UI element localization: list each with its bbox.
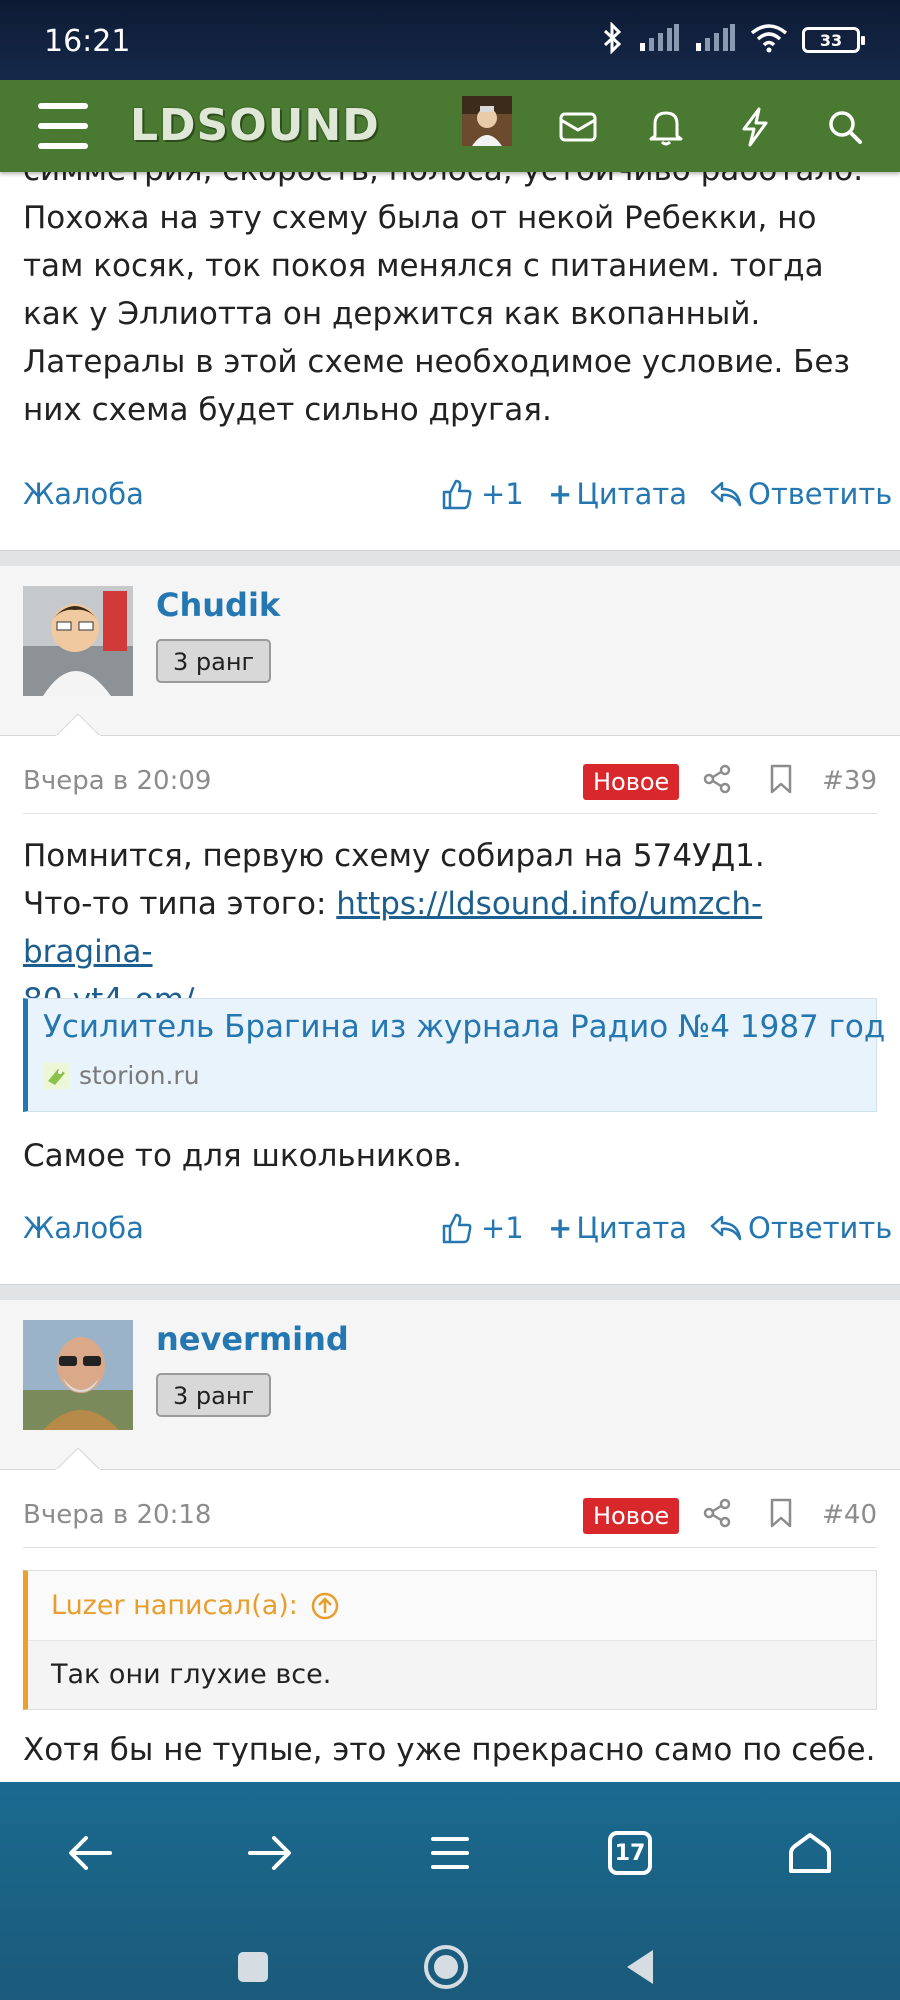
author-avatar[interactable] <box>23 1320 133 1430</box>
plus-icon: + <box>548 477 573 511</box>
post-body: Помнится, первую схему собирал на 574УД1… <box>0 832 900 1024</box>
quote-button[interactable]: + Цитата <box>548 477 687 511</box>
link-preview[interactable]: Усилитель Брагина из журнала Радио №4 19… <box>23 998 885 1112</box>
new-badge: Новое <box>583 1498 680 1534</box>
bluetooth-icon <box>602 21 624 58</box>
browser-toolbar: 17 <box>0 1782 900 2000</box>
forward-arrow-icon[interactable] <box>235 1818 305 1888</box>
battery-level: 33 <box>819 30 843 50</box>
post-line: Помнится, первую схему собирал на 574УД1… <box>23 838 765 874</box>
site-favicon-icon <box>43 1062 69 1089</box>
bookmark-icon[interactable] <box>769 1498 793 1535</box>
status-icons: 33 <box>602 21 865 58</box>
recent-apps-icon[interactable] <box>223 1937 283 1997</box>
post-actions: Жалоба +1 + Цитата Ответить <box>0 477 900 527</box>
post-number[interactable]: #39 <box>822 766 877 796</box>
post-text-prefix: Что-то типа этого: <box>23 886 337 922</box>
site-logo[interactable]: LDSOUND <box>130 98 379 154</box>
plus-icon: + <box>548 1211 573 1245</box>
bookmark-icon[interactable] <box>769 764 793 801</box>
tabs-counter-icon[interactable]: 17 <box>595 1818 665 1888</box>
reply-icon <box>710 481 742 507</box>
quote-text: Так они глухие все. <box>51 1659 332 1690</box>
quote-header[interactable]: Luzer написал(а): <box>28 1571 876 1641</box>
post-meta: Вчера в 20:09 Новое #39 <box>23 754 877 814</box>
site-header: LDSOUND <box>0 80 900 172</box>
post-pointer <box>56 1448 100 1470</box>
bell-icon[interactable] <box>641 102 691 152</box>
tabs-count: 17 <box>608 1831 652 1875</box>
post-meta: Вчера в 20:18 Новое #40 <box>23 1488 877 1548</box>
post-body: Хотя бы не тупые, это уже прекрасно само… <box>23 1732 876 1768</box>
report-link[interactable]: Жалоба <box>23 477 144 511</box>
arrow-up-circle-icon[interactable] <box>310 1591 340 1621</box>
share-icon[interactable] <box>703 764 731 801</box>
post-author-block: Chudik 3 ранг <box>0 566 900 736</box>
link-preview-domain: storion.ru <box>79 1061 200 1090</box>
post-actions: Жалоба +1 + Цитата Ответить <box>0 1211 900 1261</box>
search-icon[interactable] <box>820 102 870 152</box>
like-count: +1 <box>481 1211 524 1245</box>
reply-label: Ответить <box>748 477 893 511</box>
reply-icon <box>710 1215 742 1241</box>
post-line: Что-то типа этого: https://ldsound.info/… <box>23 880 877 976</box>
like-count: +1 <box>481 477 524 511</box>
menu-icon[interactable] <box>38 103 88 149</box>
author-username[interactable]: nevermind <box>156 1320 349 1358</box>
quote-author[interactable]: Luzer написал(а): <box>51 1590 298 1621</box>
thumbs-up-icon <box>442 1213 472 1244</box>
logo-text: LDSOUND <box>130 100 380 151</box>
link-preview-title[interactable]: Усилитель Брагина из журнала Радио №4 19… <box>43 1009 885 1045</box>
reply-label: Ответить <box>748 1211 893 1245</box>
like-button[interactable]: +1 <box>441 477 524 511</box>
signal-icon <box>638 23 680 57</box>
user-avatar[interactable] <box>462 96 512 146</box>
browser-menu-icon[interactable] <box>415 1818 485 1888</box>
quote-block: Luzer написал(а): Так они глухие все. <box>23 1570 877 1710</box>
thread-content: симметрия, скорость, полоса, устойчиво р… <box>0 172 900 1782</box>
post-date[interactable]: Вчера в 20:18 <box>23 1500 211 1530</box>
post-body: симметрия, скорость, полоса, устойчиво р… <box>23 172 863 428</box>
report-link[interactable]: Жалоба <box>23 1211 144 1245</box>
inbox-icon[interactable] <box>553 102 603 152</box>
post-pointer <box>56 714 100 736</box>
author-rank-badge: 3 ранг <box>156 1373 272 1417</box>
reply-button[interactable]: Ответить <box>710 477 892 511</box>
author-avatar[interactable] <box>23 586 133 696</box>
post-line: Самое то для школьников. <box>23 1138 462 1174</box>
post-separator <box>0 550 900 566</box>
signal-icon-2 <box>694 23 736 57</box>
system-home-icon[interactable] <box>416 1937 476 1997</box>
post-number[interactable]: #40 <box>822 1500 877 1530</box>
share-icon[interactable] <box>703 1498 731 1535</box>
author-rank-badge: 3 ранг <box>156 639 272 683</box>
back-arrow-icon[interactable] <box>55 1818 125 1888</box>
post-author-block: nevermind 3 ранг <box>0 1300 900 1470</box>
reply-button[interactable]: Ответить <box>710 1211 892 1245</box>
post-date[interactable]: Вчера в 20:09 <box>23 766 211 796</box>
post-separator <box>0 1284 900 1300</box>
new-badge: Новое <box>583 764 680 800</box>
quote-label: Цитата <box>576 477 688 511</box>
status-bar: 16:21 33 <box>0 0 900 80</box>
like-button[interactable]: +1 <box>441 1211 524 1245</box>
battery-icon: 33 <box>802 27 865 53</box>
link-preview-site: storion.ru <box>43 1061 200 1090</box>
home-icon[interactable] <box>775 1818 845 1888</box>
system-back-icon[interactable] <box>610 1937 670 1997</box>
quote-button[interactable]: + Цитата <box>548 1211 687 1245</box>
quote-label: Цитата <box>576 1211 688 1245</box>
author-username[interactable]: Chudik <box>156 586 280 624</box>
lightning-icon[interactable] <box>730 102 780 152</box>
wifi-icon <box>750 23 788 57</box>
thumbs-up-icon <box>442 479 472 510</box>
clock: 16:21 <box>44 24 131 59</box>
